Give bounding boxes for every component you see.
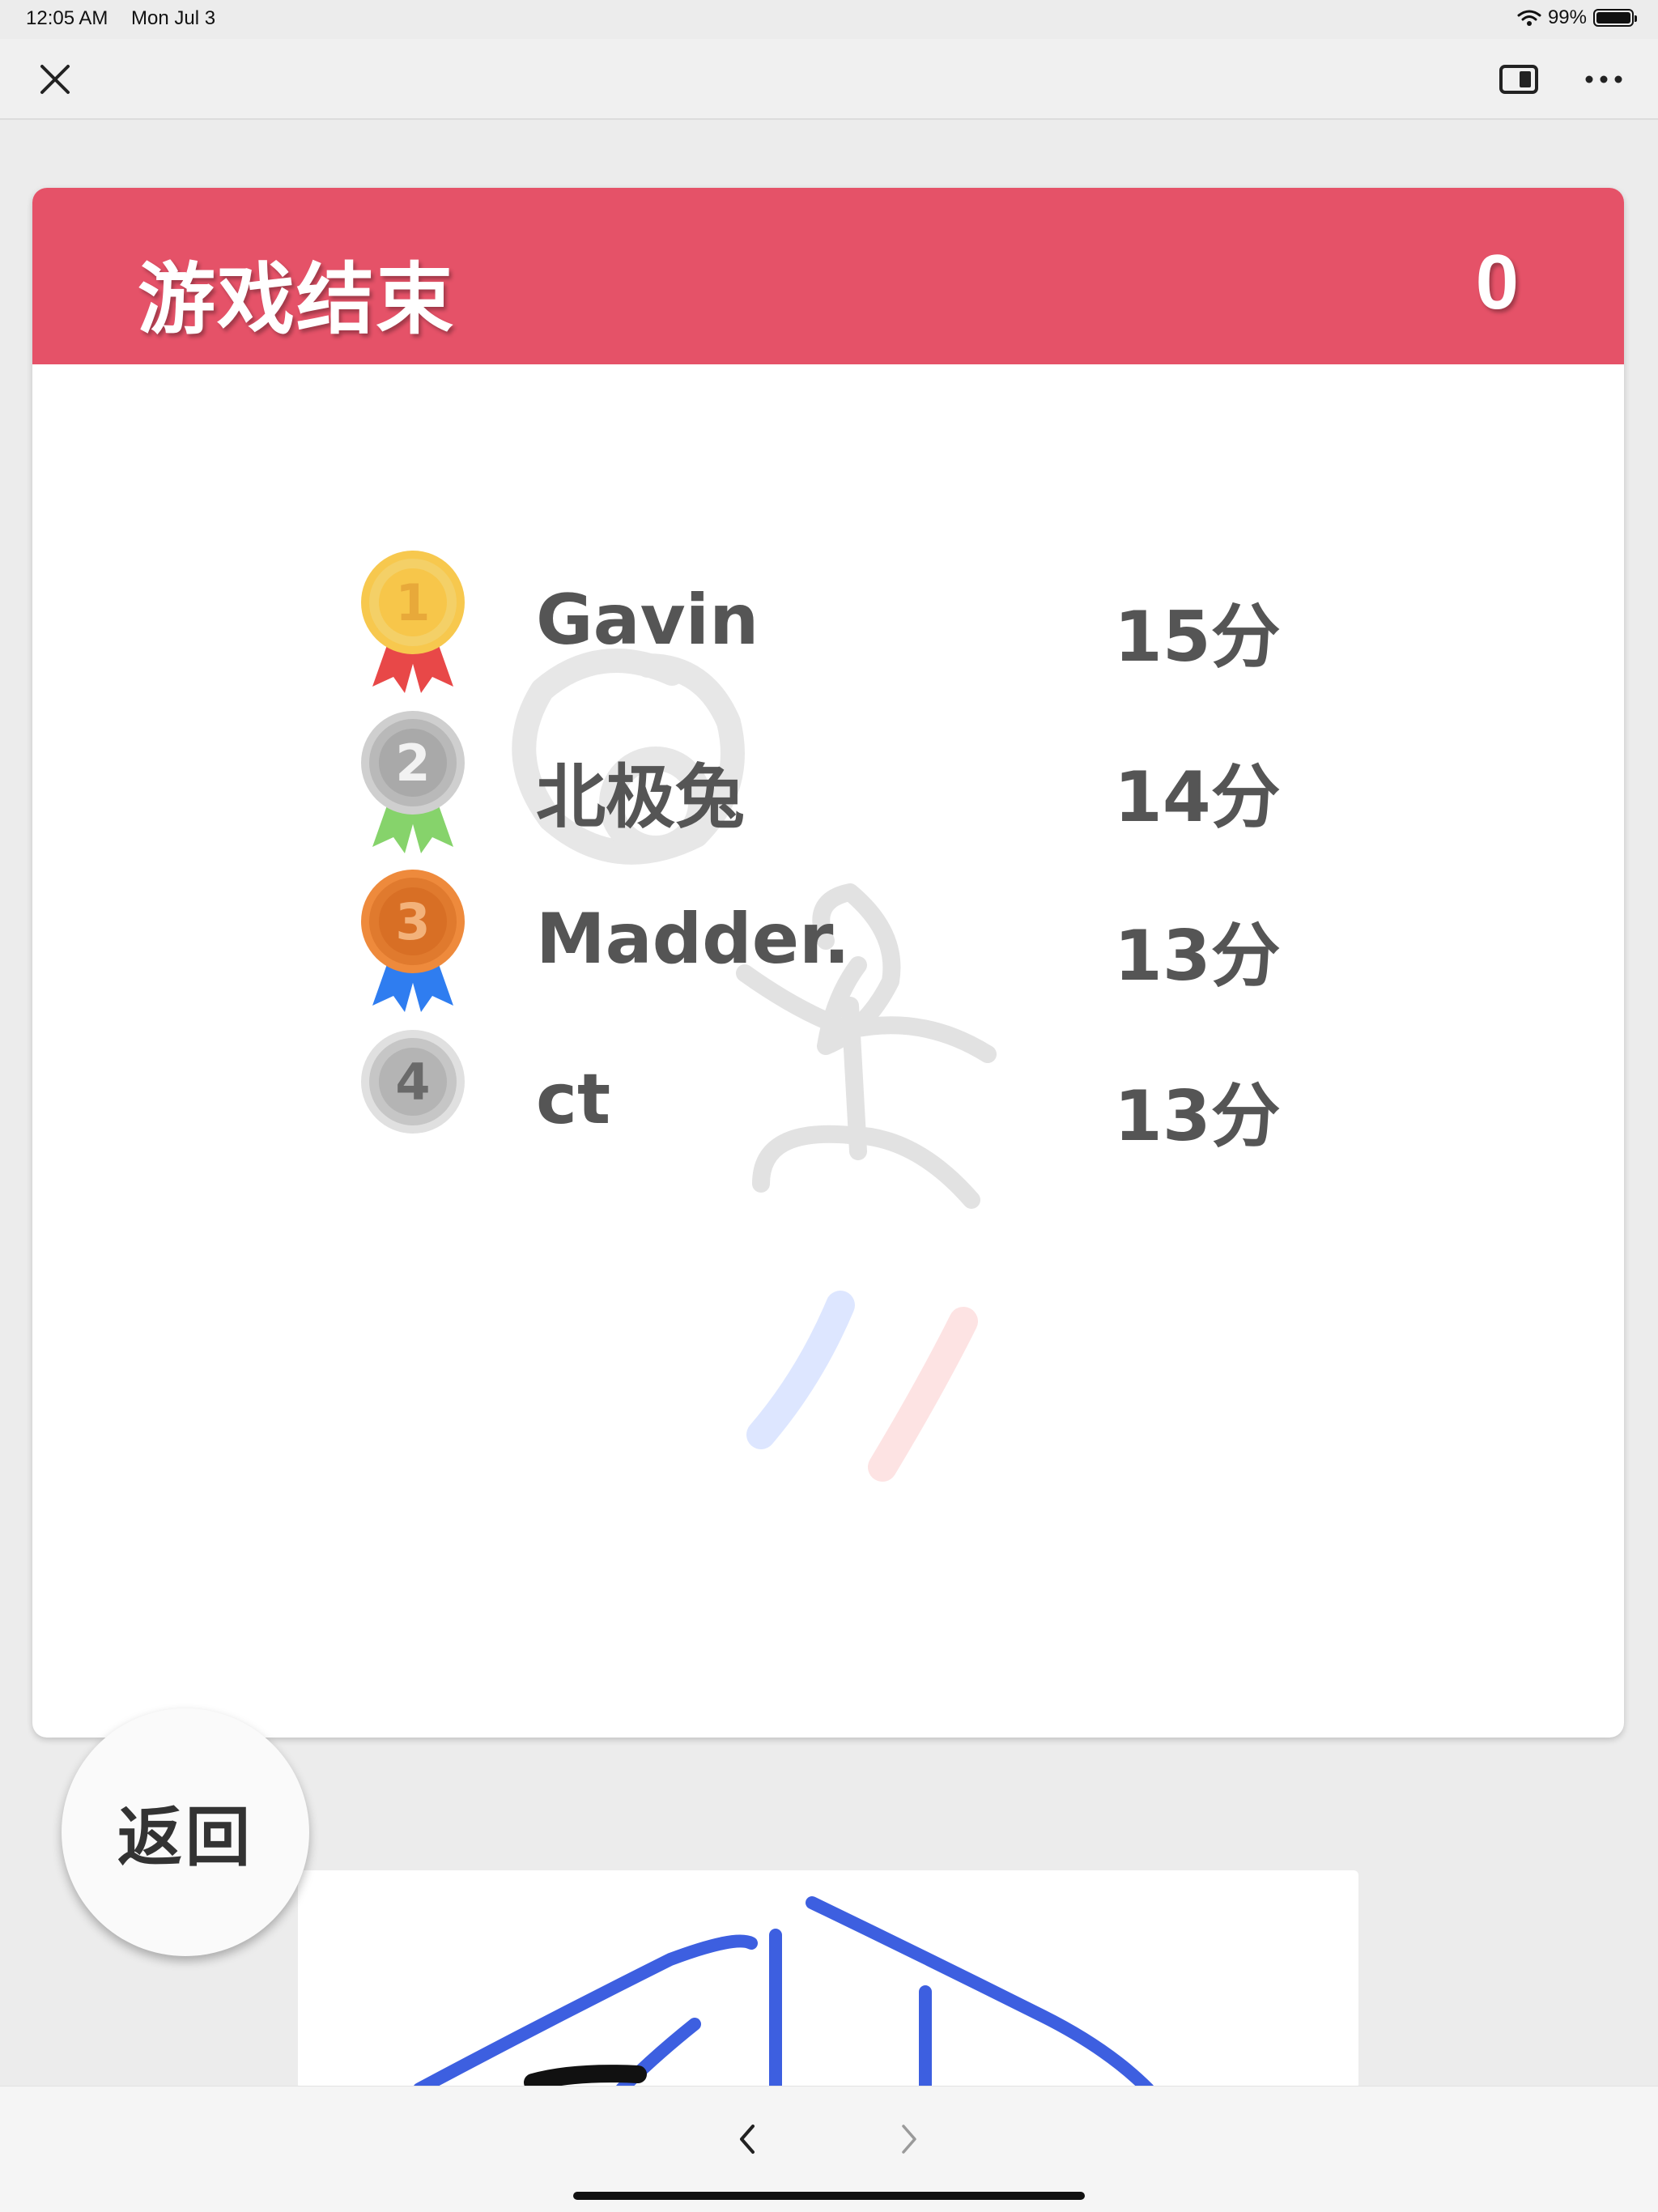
split-view-button[interactable] xyxy=(1494,57,1543,102)
status-date: Mon Jul 3 xyxy=(131,7,216,29)
gold-medal-icon: 1 xyxy=(361,551,465,693)
top-navigation-bar xyxy=(0,39,1658,120)
player-name: Madder. xyxy=(536,899,850,980)
ranking-row-2: 2 北极兔 14分 xyxy=(356,711,1328,857)
ranking-row-3: 3 Madder. 13分 xyxy=(356,870,1328,1015)
chevron-right-icon xyxy=(902,2125,916,2154)
player-score: 13分 xyxy=(1114,916,1281,997)
drawing-strokes xyxy=(413,1896,1154,2089)
player-score: 14分 xyxy=(1114,757,1281,838)
ranking-row-1: 1 Gavin 15分 xyxy=(356,551,1328,696)
svg-text:4: 4 xyxy=(395,1053,430,1112)
chevron-left-icon xyxy=(740,2125,755,2154)
game-over-screen: 12:05 AM Mon Jul 3 99% 游戏结束 0 1 Gavin 15… xyxy=(0,0,1658,2212)
more-icon xyxy=(1585,75,1622,83)
player-name: 北极兔 xyxy=(536,757,745,838)
status-indicators: 99% xyxy=(1517,6,1637,29)
svg-text:3: 3 xyxy=(395,892,430,951)
nav-back-button[interactable] xyxy=(719,2111,776,2167)
game-result-card: 游戏结束 0 1 Gavin 15分 2 北极兔 14分 3 Madder. 1… xyxy=(32,188,1624,1738)
split-view-icon xyxy=(1499,65,1538,94)
silver-medal-icon: 2 xyxy=(361,711,465,853)
back-button-label: 返回 xyxy=(117,1800,253,1875)
svg-text:1: 1 xyxy=(395,573,430,632)
wifi-icon xyxy=(1517,10,1541,26)
nav-forward-button[interactable] xyxy=(881,2111,937,2167)
battery-icon xyxy=(1593,9,1637,27)
player-name: ct xyxy=(536,1059,611,1140)
drawing-canvas xyxy=(298,1870,1358,2089)
more-options-button[interactable] xyxy=(1575,57,1632,102)
rank-badge-icon: 4 xyxy=(361,1030,465,1134)
back-button[interactable]: 返回 xyxy=(62,1708,309,1956)
svg-text:2: 2 xyxy=(395,734,430,793)
home-indicator xyxy=(573,2192,1085,2200)
bottom-toolbar xyxy=(0,2086,1658,2212)
close-icon xyxy=(40,65,70,94)
bronze-medal-icon: 3 xyxy=(361,870,465,1012)
player-name: Gavin xyxy=(536,580,759,661)
close-button[interactable] xyxy=(29,57,81,102)
status-bar: 12:05 AM Mon Jul 3 99% xyxy=(0,0,1658,39)
player-score: 13分 xyxy=(1114,1076,1281,1157)
ranking-row-4: 4 ct 13分 xyxy=(356,1030,1328,1176)
status-time: 12:05 AM xyxy=(26,7,108,29)
player-score: 15分 xyxy=(1114,597,1281,678)
battery-percent: 99% xyxy=(1547,6,1587,28)
